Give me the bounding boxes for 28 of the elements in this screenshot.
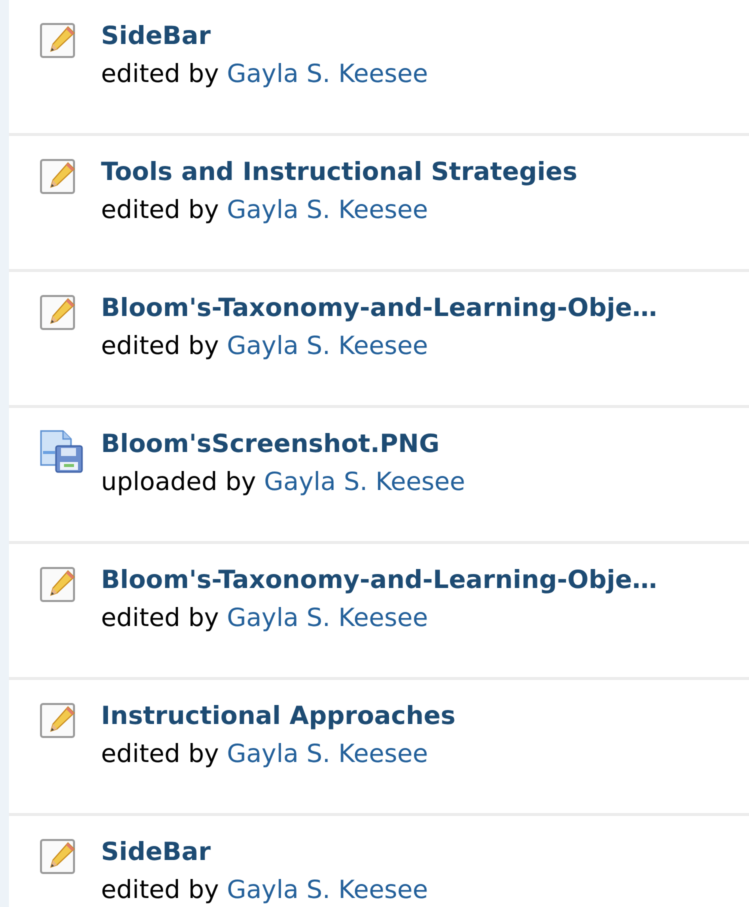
page-title-link[interactable]: Bloom'sScreenshot.PNG (101, 426, 466, 462)
pencil-icon (39, 293, 77, 331)
pencil-icon (39, 837, 77, 875)
page-title-link[interactable]: SideBar (101, 18, 428, 54)
author-link[interactable]: Gayla S. Keesee (226, 734, 428, 774)
page-title-link[interactable]: Instructional Approaches (101, 698, 456, 734)
author-link[interactable]: Gayla S. Keesee (226, 54, 428, 94)
pencil-icon (39, 21, 77, 59)
activity-text: edited by (101, 58, 219, 90)
page-title-link[interactable]: SideBar (101, 834, 428, 870)
pencil-icon (39, 157, 77, 195)
page-title-link[interactable]: Bloom's-Taxonomy-and-Learning-Obje… (101, 290, 658, 326)
activity-text: edited by (101, 602, 219, 634)
activity-text: edited by (101, 874, 219, 906)
file-save-icon (39, 429, 84, 474)
activity-text: edited by (101, 330, 219, 362)
author-link[interactable]: Gayla S. Keesee (226, 598, 428, 638)
activity-text: edited by (101, 194, 219, 226)
pencil-icon (39, 701, 77, 739)
author-link[interactable]: Gayla S. Keesee (226, 326, 428, 366)
page-title-link[interactable]: Tools and Instructional Strategies (101, 154, 578, 190)
activity-text: uploaded by (101, 466, 256, 498)
author-link[interactable]: Gayla S. Keesee (226, 190, 428, 230)
author-link[interactable]: Gayla S. Keesee (264, 462, 466, 502)
pencil-icon (39, 565, 77, 603)
activity-text: edited by (101, 738, 219, 770)
author-link[interactable]: Gayla S. Keesee (226, 870, 428, 907)
page-title-link[interactable]: Bloom's-Taxonomy-and-Learning-Obje… (101, 562, 658, 598)
